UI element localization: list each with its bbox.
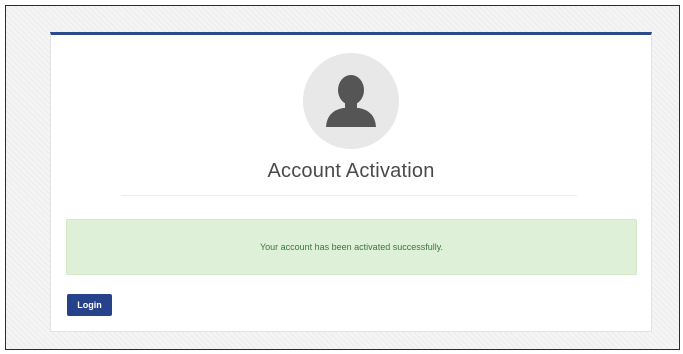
success-alert: Your account has been activated successf… [66,219,637,275]
activation-card: Account Activation Your account has been… [50,32,652,332]
user-silhouette-icon [326,75,376,127]
avatar [303,53,399,149]
page-frame: Account Activation Your account has been… [5,5,680,350]
success-message: Your account has been activated successf… [259,242,444,252]
page-title: Account Activation [267,160,435,182]
divider [121,195,577,196]
login-button[interactable]: Login [67,294,112,316]
